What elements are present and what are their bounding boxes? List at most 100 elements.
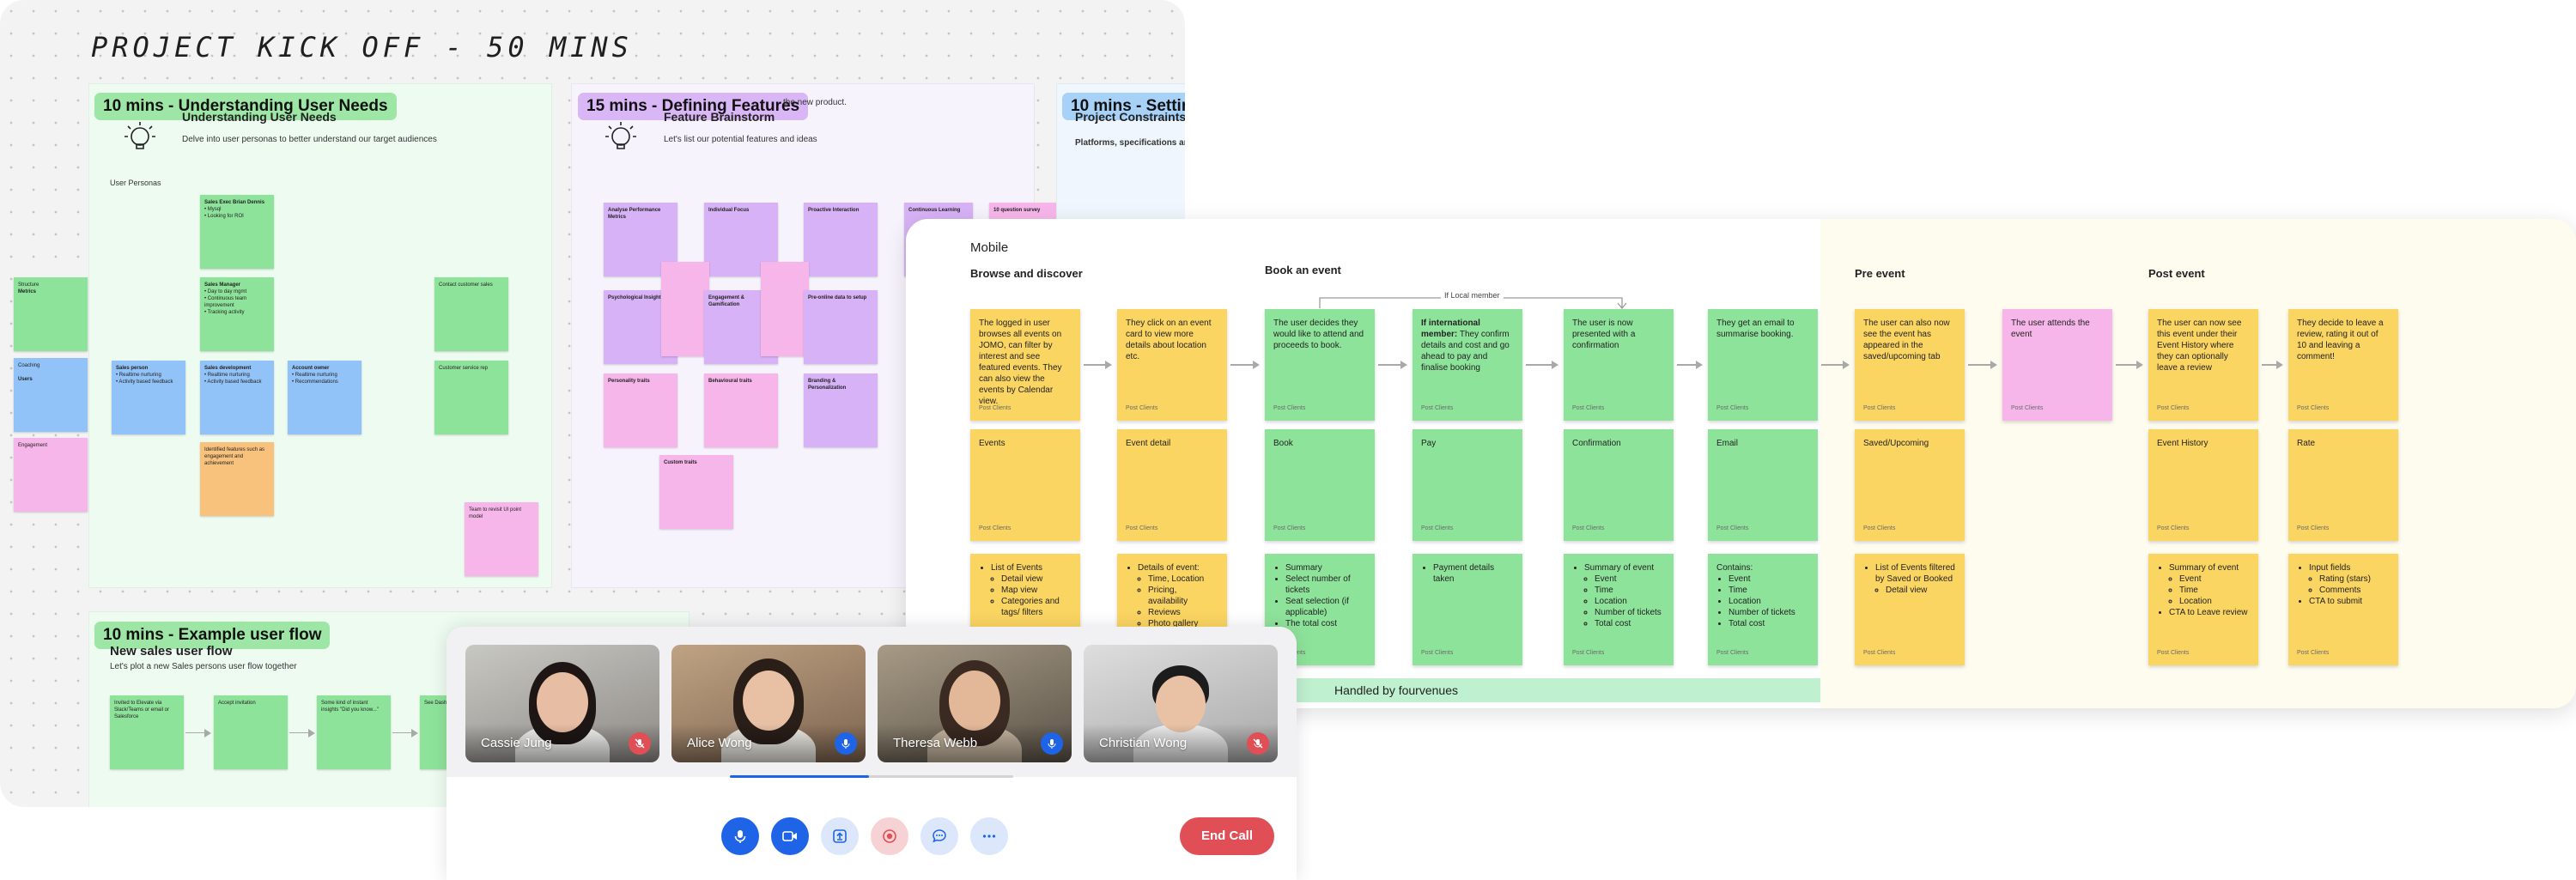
participant-tile[interactable]: Cassie Jung <box>465 645 659 762</box>
share-screen-icon <box>833 829 847 843</box>
journey-step-note[interactable]: They get an email to summarise booking. P… <box>1708 309 1818 421</box>
participant-tile[interactable]: Christian Wong <box>1084 645 1278 762</box>
journey-detail-note[interactable]: Payment details taken Post Clients <box>1413 554 1522 665</box>
sticky-note[interactable]: Customer service rep <box>434 361 508 434</box>
flow-arrow <box>1230 361 1260 369</box>
sticky-note[interactable]: Accept invitation <box>214 695 288 769</box>
sticky-note[interactable]: Custom traits <box>659 455 733 529</box>
sticky-note[interactable]: Proactive Interaction <box>804 203 878 276</box>
sticky-note[interactable]: Structure Metrics <box>14 277 88 351</box>
lightbulb-icon <box>125 122 155 149</box>
note-text: Email <box>1716 439 1739 448</box>
sticky-note[interactable]: Pre-online data to setup <box>804 290 878 364</box>
section-subtitle-constraints: Platforms, specifications and in <box>1075 138 1185 148</box>
list-item: Event <box>2179 574 2202 584</box>
note-text: List of EventsDetail view Map view Categor… <box>979 562 1072 618</box>
list-item: Event <box>1595 574 1617 584</box>
sticky-note[interactable]: Some kind of instant insights "Did you k… <box>317 695 391 769</box>
sticky-note[interactable]: Contact customer sales <box>434 277 508 351</box>
journey-screen-note[interactable]: Event History Post Clients <box>2148 429 2258 541</box>
participant-tile[interactable]: Alice Wong <box>671 645 866 762</box>
journey-step-note[interactable]: If international member: They confirm de… <box>1413 309 1522 421</box>
journey-step-note[interactable]: The user can also now see the event has … <box>1855 309 1965 421</box>
sticky-note[interactable]: Branding & Personalization <box>804 373 878 447</box>
sticky-note[interactable]: Account owner • Realtime nurturing • Recom… <box>288 361 361 434</box>
sticky-note[interactable] <box>661 262 709 356</box>
mic-button[interactable] <box>721 817 759 855</box>
sticky-note[interactable]: Sales Manager • Day to day mgmt • Continuo… <box>200 277 274 351</box>
mic-muted-icon[interactable] <box>1247 732 1269 755</box>
note-text: Event detail <box>1126 439 1171 448</box>
list-item: Input fields <box>2309 563 2351 573</box>
personas-label: User Personas <box>110 179 161 187</box>
list-item: Summary of event <box>1584 563 1655 573</box>
journey-screen-note[interactable]: Email Post Clients <box>1708 429 1818 541</box>
journey-step-note[interactable]: The user can now see this event under th… <box>2148 309 2258 421</box>
video-call-panel[interactable]: Cassie Jung Alice Wong Theresa Webb Chri… <box>447 627 1297 880</box>
list-item: Reviews <box>1148 608 1181 617</box>
sticky-note[interactable]: Sales development • Realtime nurturing • A… <box>200 361 274 434</box>
sticky-note[interactable] <box>761 262 809 356</box>
section-subtitle-user-needs: Delve into user personas to better under… <box>182 135 437 144</box>
journey-screen-note[interactable]: Saved/Upcoming Post Clients <box>1855 429 1965 541</box>
list-item: Number of tickets <box>1728 608 1795 617</box>
carousel-track[interactable] <box>730 775 1013 778</box>
sticky-note[interactable]: Personality traits <box>604 373 677 447</box>
share-screen-button[interactable] <box>821 817 859 855</box>
note-text: The user attends the event <box>2011 319 2090 339</box>
chat-button[interactable] <box>920 817 958 855</box>
note-footer: Post Clients <box>1421 405 1454 411</box>
journey-detail-note[interactable]: Contains:EventTimeLocationNumber of tick… <box>1708 554 1818 665</box>
carousel-thumb[interactable] <box>730 775 869 778</box>
branch-connector <box>1319 297 1627 310</box>
note-text: Payment details taken <box>1421 562 1514 585</box>
list-item: Event <box>1728 574 1751 584</box>
mic-muted-icon[interactable] <box>629 732 651 755</box>
journey-step-note[interactable]: They decide to leave a review, rating it… <box>2288 309 2398 421</box>
journey-detail-note[interactable]: Summary of eventEvent Time Location Number … <box>1564 554 1674 665</box>
note-footer: Post Clients <box>2157 405 2190 411</box>
camera-button[interactable] <box>771 817 809 855</box>
sticky-note[interactable]: Behavioural traits <box>704 373 778 447</box>
journey-screen-note[interactable]: Pay Post Clients <box>1413 429 1522 541</box>
note-footer: Post Clients <box>1863 650 1896 656</box>
note-footer: Post Clients <box>2297 650 2330 656</box>
note-footer: Post Clients <box>1716 405 1749 411</box>
note-footer: Post Clients <box>1716 525 1749 531</box>
journey-step-note[interactable]: The user is now presented with a confirm… <box>1564 309 1674 421</box>
journey-step-note[interactable]: The logged in user browses all events on… <box>970 309 1080 421</box>
journey-screen-note[interactable]: Rate Post Clients <box>2288 429 2398 541</box>
journey-step-note[interactable]: They click on an event card to view more… <box>1117 309 1227 421</box>
sticky-note[interactable]: Identified features such as engagement a… <box>200 442 274 516</box>
journey-screen-note[interactable]: Book Post Clients <box>1265 429 1375 541</box>
note-footer: Post Clients <box>1572 650 1605 656</box>
journey-step-note[interactable]: The user decides they would like to atte… <box>1265 309 1375 421</box>
board-title: PROJECT KICK OFF - 50 MINS <box>91 31 633 64</box>
flow-arrow <box>1378 361 1407 369</box>
journey-detail-note[interactable]: Summary of eventEvent Time Location CTA to … <box>2148 554 2258 665</box>
participant-avatar <box>743 671 794 731</box>
end-call-button[interactable]: End Call <box>1180 817 1274 855</box>
journey-detail-note[interactable]: List of Events filtered by Saved or Book… <box>1855 554 1965 665</box>
record-button[interactable] <box>871 817 908 855</box>
sticky-note[interactable]: Engagement <box>14 438 88 512</box>
more-button[interactable] <box>970 817 1008 855</box>
note-text: The user can now see this event under th… <box>2157 319 2242 373</box>
participant-tile[interactable]: Theresa Webb <box>878 645 1072 762</box>
mic-active-icon[interactable] <box>1041 732 1063 755</box>
section-title-constraints: Project Constraints <box>1075 110 1185 124</box>
journey-step-note[interactable]: The user attends the event Post Clients <box>2002 309 2112 421</box>
sticky-note[interactable]: Sales Exec Brian Dennis • Mysql • Looking … <box>200 195 274 269</box>
journey-screen-note[interactable]: Confirmation Post Clients <box>1564 429 1674 541</box>
journey-detail-note[interactable]: Input fieldsRating (stars) Comments CTA to… <box>2288 554 2398 665</box>
participant-name: Christian Wong <box>1099 736 1188 750</box>
sticky-note[interactable]: Team to revisit UI point model <box>465 502 538 576</box>
journey-screen-note[interactable]: Event detail Post Clients <box>1117 429 1227 541</box>
section-title-user-needs: Understanding User Needs <box>182 110 337 124</box>
sticky-note[interactable]: Sales person • Realtime nurturing • Activi… <box>112 361 185 434</box>
list-item: Categories and tags/ filters <box>1001 597 1060 617</box>
sticky-note[interactable]: Invited to Elevate via Slack/Teams or em… <box>110 695 184 769</box>
sticky-note[interactable]: Coaching Users <box>14 358 88 432</box>
journey-screen-note[interactable]: Events Post Clients <box>970 429 1080 541</box>
mic-active-icon[interactable] <box>835 732 857 755</box>
